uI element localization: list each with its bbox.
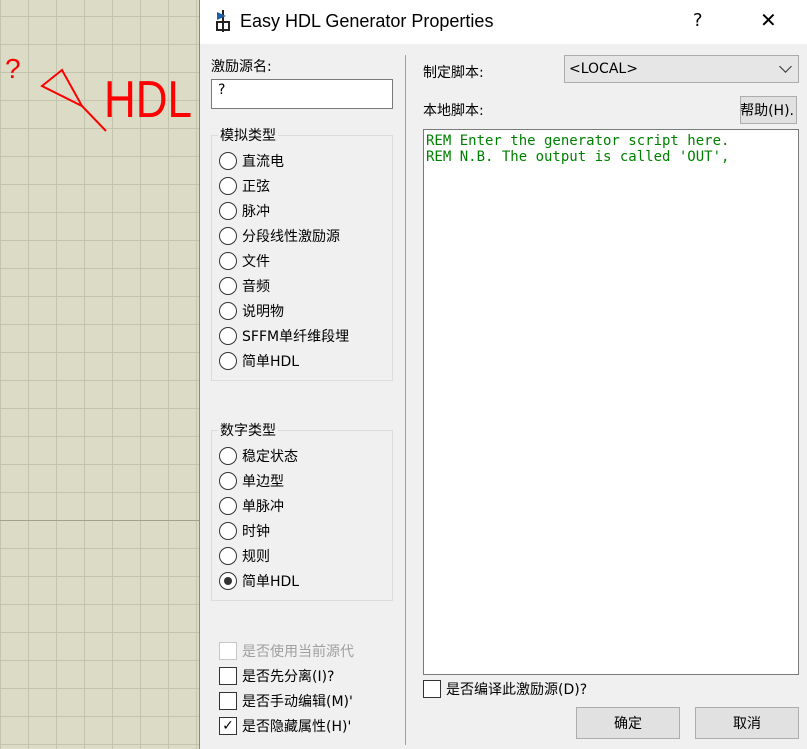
- radio-label: 脉冲: [242, 204, 270, 220]
- radio-button[interactable]: [219, 177, 237, 195]
- checkbox-box: [219, 642, 237, 660]
- radio-button[interactable]: [219, 497, 237, 515]
- panel-divider: [405, 55, 406, 745]
- radio-label: 简单HDL: [242, 574, 300, 590]
- script-select-value: <LOCAL>: [569, 61, 638, 77]
- source-name-label: 激励源名:: [211, 59, 272, 75]
- option-checkbox: 是否使用当前源代: [219, 641, 354, 661]
- radio-button[interactable]: [219, 227, 237, 245]
- script-label: 制定脚本:: [423, 65, 484, 81]
- radio-option[interactable]: 分段线性激励源: [219, 226, 340, 246]
- help-button[interactable]: 帮助(H).: [740, 96, 797, 124]
- script-editor[interactable]: REM Enter the generator script here. REM…: [423, 129, 799, 675]
- option-checkbox[interactable]: ✓ 是否隐藏属性(H)': [219, 716, 351, 736]
- checkbox-box[interactable]: [219, 667, 237, 685]
- chevron-down-icon: [779, 60, 792, 73]
- radio-button[interactable]: [219, 152, 237, 170]
- checkmark-icon[interactable]: ✓: [219, 717, 237, 735]
- symbol-hdl-text: HDL: [104, 71, 192, 129]
- help-icon[interactable]: ?: [693, 10, 703, 31]
- option-checkbox-label: 是否先分离(I)?: [242, 669, 335, 685]
- radio-option[interactable]: 规则: [219, 546, 270, 566]
- compile-checkbox[interactable]: 是否编译此激励源(D)?: [423, 679, 587, 699]
- local-script-label: 本地脚本:: [423, 103, 484, 119]
- option-checkbox-label: 是否使用当前源代: [242, 644, 354, 660]
- radio-option[interactable]: 简单HDL: [219, 571, 299, 591]
- radio-label: 稳定状态: [242, 449, 298, 465]
- radio-option[interactable]: SFFM单纤维段埋: [219, 326, 349, 346]
- compile-checkbox-label: 是否编译此激励源(D)?: [446, 682, 588, 698]
- hdl-generator-icon: [216, 10, 230, 32]
- radio-button[interactable]: [219, 277, 237, 295]
- radio-option[interactable]: 音频: [219, 276, 270, 296]
- radio-label: 规则: [242, 549, 270, 565]
- radio-option[interactable]: 正弦: [219, 176, 270, 196]
- radio-button[interactable]: [219, 472, 237, 490]
- radio-button[interactable]: [219, 327, 237, 345]
- cancel-button[interactable]: 取消: [695, 707, 799, 739]
- radio-label: 单脉冲: [242, 499, 284, 515]
- radio-button[interactable]: [219, 447, 237, 465]
- radio-option[interactable]: 单边型: [219, 471, 284, 491]
- radio-label: 单边型: [242, 474, 284, 490]
- source-name-input[interactable]: ?: [211, 79, 393, 109]
- radio-option[interactable]: 简单HDL: [219, 351, 299, 371]
- dialog-title: Easy HDL Generator Properties: [240, 11, 494, 31]
- option-checkbox[interactable]: 是否手动编辑(M)': [219, 691, 353, 711]
- cancel-button-label: 取消: [733, 716, 761, 732]
- option-checkbox[interactable]: 是否先分离(I)?: [219, 666, 334, 686]
- ok-button-label: 确定: [614, 716, 642, 732]
- script-select[interactable]: <LOCAL>: [564, 55, 799, 83]
- schematic-canvas[interactable]: ? HDL: [0, 0, 199, 749]
- radio-button[interactable]: [219, 572, 237, 590]
- script-line: REM N.B. The output is called 'OUT',: [426, 149, 730, 165]
- radio-option[interactable]: 稳定状态: [219, 446, 298, 466]
- radio-button[interactable]: [219, 522, 237, 540]
- option-checkbox-label: 是否隐藏属性(H)': [242, 719, 352, 735]
- radio-button[interactable]: [219, 547, 237, 565]
- title-bar: Easy HDL Generator Properties ? ✕: [200, 0, 807, 44]
- option-checkbox-label: 是否手动编辑(M)': [242, 694, 353, 710]
- checkbox-box[interactable]: [219, 692, 237, 710]
- radio-option[interactable]: 直流电: [219, 151, 284, 171]
- symbol-label: ?: [5, 53, 21, 84]
- digital-type-title: 数字类型: [218, 420, 278, 440]
- radio-label: 正弦: [242, 179, 270, 195]
- radio-button[interactable]: [219, 352, 237, 370]
- schematic-wire: [0, 520, 199, 521]
- radio-label: 时钟: [242, 524, 270, 540]
- radio-option[interactable]: 时钟: [219, 521, 270, 541]
- radio-label: SFFM单纤维段埋: [242, 329, 350, 345]
- radio-button[interactable]: [219, 252, 237, 270]
- radio-option[interactable]: 文件: [219, 251, 270, 271]
- radio-button[interactable]: [219, 302, 237, 320]
- radio-button[interactable]: [219, 202, 237, 220]
- radio-label: 音频: [242, 279, 270, 295]
- generator-symbol[interactable]: ? HDL: [0, 0, 199, 140]
- radio-label: 简单HDL: [242, 354, 300, 370]
- radio-label: 分段线性激励源: [242, 229, 340, 245]
- properties-dialog: Easy HDL Generator Properties ? ✕ 激励源名: …: [199, 0, 807, 749]
- help-button-label: 帮助(H).: [740, 103, 794, 119]
- radio-label: 直流电: [242, 154, 284, 170]
- radio-option[interactable]: 说明物: [219, 301, 284, 321]
- close-icon[interactable]: ✕: [760, 8, 777, 32]
- radio-label: 说明物: [242, 304, 284, 320]
- radio-option[interactable]: 单脉冲: [219, 496, 284, 516]
- radio-option[interactable]: 脉冲: [219, 201, 270, 221]
- radio-label: 文件: [242, 254, 270, 270]
- compile-checkbox-box[interactable]: [423, 680, 441, 698]
- ok-button[interactable]: 确定: [576, 707, 680, 739]
- analog-type-title: 模拟类型: [218, 125, 278, 145]
- script-line: REM Enter the generator script here.: [426, 133, 730, 149]
